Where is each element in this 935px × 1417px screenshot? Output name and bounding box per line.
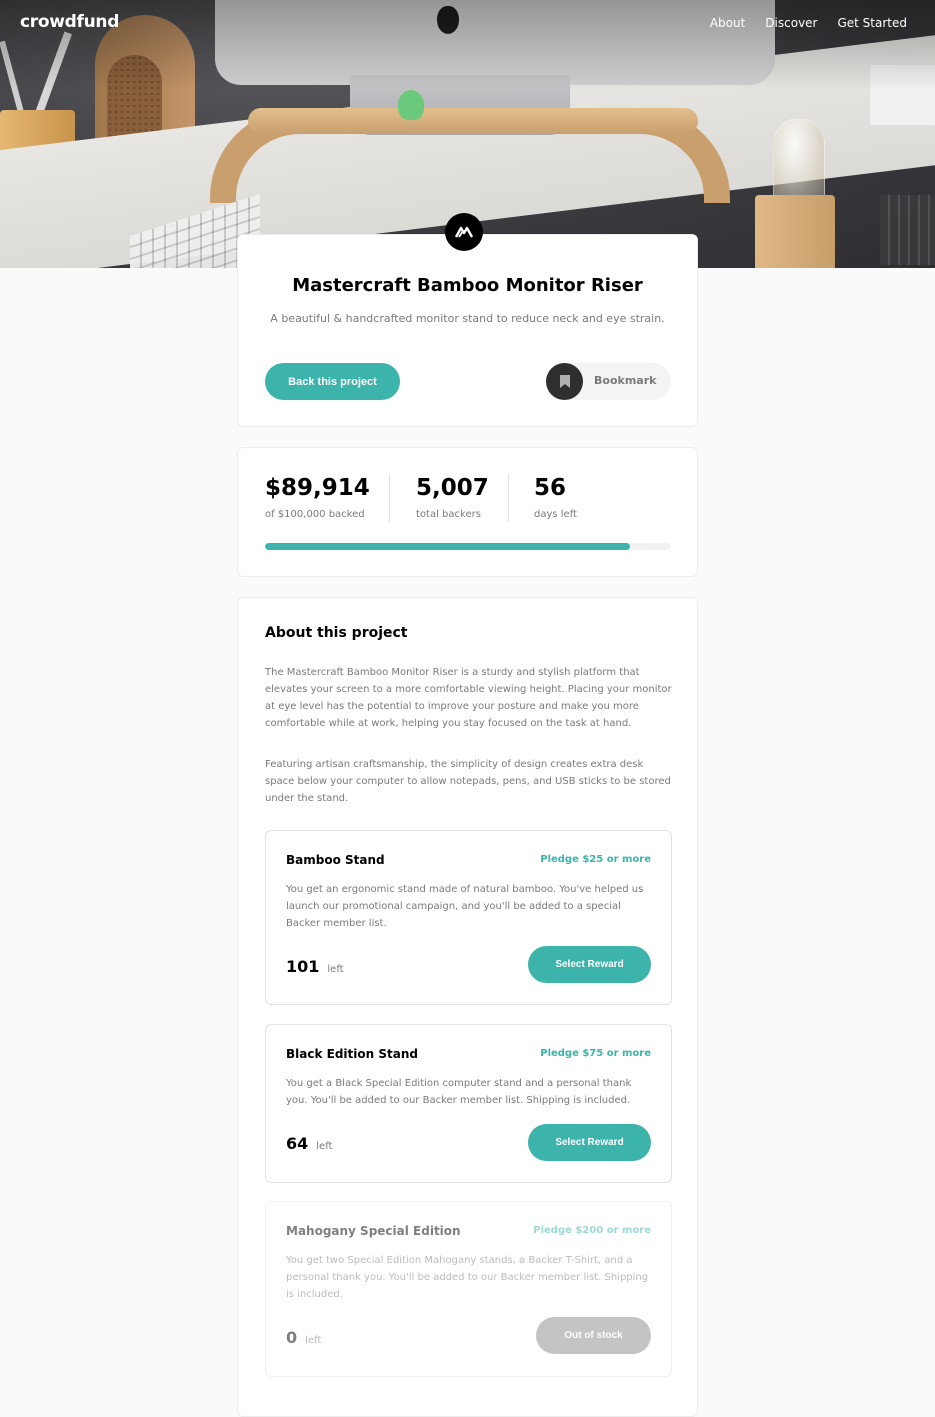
stat-backers-value: 5,007 — [416, 475, 489, 501]
project-title: Mastercraft Bamboo Monitor Riser — [292, 275, 643, 296]
nav-link-about[interactable]: About — [710, 16, 745, 30]
bookmark-icon — [546, 363, 583, 400]
reward-stock-count: 0 — [286, 1328, 298, 1347]
project-subtitle: A beautiful & handcrafted monitor stand … — [270, 312, 665, 325]
stat-days: 56 days left — [534, 475, 577, 520]
stat-days-value: 56 — [534, 475, 567, 501]
reward-pledge: Pledge $75 or more — [540, 1048, 651, 1059]
stat-divider — [389, 474, 390, 522]
stat-backed-label: of $100,000 backed — [265, 509, 365, 520]
stat-backed: $89,914 of $100,000 backed — [265, 475, 370, 520]
reward-name: Bamboo Stand — [286, 853, 385, 867]
stat-divider — [508, 474, 509, 522]
brand-logo[interactable]: crowdfund — [20, 12, 119, 32]
reward-pledge: Pledge $25 or more — [540, 854, 651, 865]
out-of-stock-button: Out of stock — [536, 1317, 651, 1354]
reward-black-edition-stand: Black Edition Stand Pledge $75 or more Y… — [265, 1024, 672, 1183]
reward-description: You get two Special Edition Mahogany sta… — [286, 1255, 649, 1300]
nav-link-discover[interactable]: Discover — [765, 16, 817, 30]
reward-description: You get an ergonomic stand made of natur… — [286, 884, 644, 929]
reward-name: Mahogany Special Edition — [286, 1224, 461, 1238]
stat-days-label: days left — [534, 509, 577, 520]
reward-bamboo-stand: Bamboo Stand Pledge $25 or more You get … — [265, 830, 672, 1005]
stat-backers-label: total backers — [416, 509, 481, 520]
funding-progress-fill — [265, 543, 630, 550]
nav-link-get-started[interactable]: Get Started — [837, 16, 907, 30]
select-reward-button[interactable]: Select Reward — [528, 1124, 651, 1161]
mastercraft-logo-icon — [445, 213, 483, 251]
about-paragraph-1: The Mastercraft Bamboo Monitor Riser is … — [265, 667, 672, 729]
about-card: About this project The Mastercraft Bambo… — [237, 597, 698, 1417]
reward-pledge: Pledge $200 or more — [533, 1225, 651, 1236]
project-intro-card: Mastercraft Bamboo Monitor Riser A beaut… — [237, 213, 698, 427]
bookmark-label: Bookmark — [594, 374, 657, 387]
select-reward-button[interactable]: Select Reward — [528, 946, 651, 983]
about-heading: About this project — [265, 625, 408, 641]
stats-card: $89,914 of $100,000 backed 5,007 total b… — [237, 447, 698, 577]
reward-stock: 0 left — [286, 1328, 321, 1347]
reward-description: You get a Black Special Edition computer… — [286, 1078, 632, 1106]
reward-name: Black Edition Stand — [286, 1047, 418, 1061]
reward-stock-label: left — [327, 964, 344, 975]
funding-progress-bar — [265, 543, 671, 550]
reward-stock: 101 left — [286, 957, 344, 976]
reward-stock-count: 64 — [286, 1134, 309, 1153]
back-project-button[interactable]: Back this project — [265, 363, 400, 400]
stat-backed-value: $89,914 — [265, 475, 370, 501]
reward-stock: 64 left — [286, 1134, 332, 1153]
reward-stock-count: 101 — [286, 957, 320, 976]
top-nav: About Discover Get Started — [710, 16, 907, 30]
bookmark-button[interactable]: Bookmark — [546, 363, 671, 400]
about-paragraph-2: Featuring artisan craftsmanship, the sim… — [265, 759, 671, 804]
reward-stock-label: left — [316, 1141, 333, 1152]
stat-backers: 5,007 total backers — [416, 475, 489, 520]
reward-mahogany-special-edition: Mahogany Special Edition Pledge $200 or … — [265, 1201, 672, 1377]
reward-stock-label: left — [305, 1335, 322, 1346]
